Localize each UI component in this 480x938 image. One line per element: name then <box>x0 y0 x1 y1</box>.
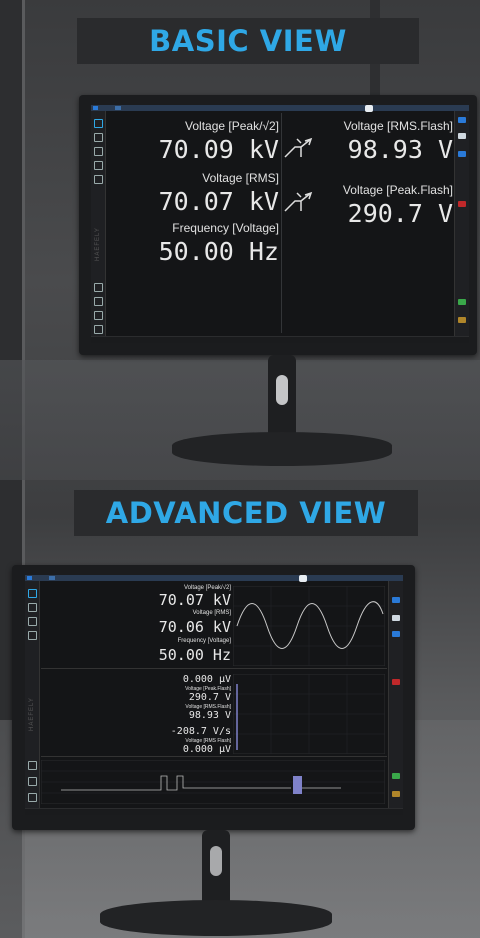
view-button[interactable] <box>458 117 466 123</box>
waveform-chart <box>233 586 385 666</box>
voltage-peak-value: 70.09 kV <box>158 135 279 164</box>
right-toolbar <box>388 581 403 809</box>
haefely-logo-icon <box>365 105 373 112</box>
pen-icon[interactable] <box>94 311 103 320</box>
start-button[interactable] <box>392 773 400 779</box>
marker-icon[interactable] <box>94 297 103 306</box>
stand-cutout <box>276 375 288 405</box>
pulse-chart <box>41 760 385 804</box>
basic-view-banner: BASIC VIEW <box>77 18 419 64</box>
left-toolbar: HAEFELY <box>25 581 40 809</box>
app-titlebar <box>25 575 403 582</box>
flash-value-1: 0.000 μV <box>182 674 231 685</box>
pen-icon[interactable] <box>28 793 37 802</box>
tool-icon[interactable] <box>28 761 37 770</box>
screen-button[interactable] <box>392 615 400 621</box>
pulse-highlight <box>293 776 302 794</box>
report-icon[interactable] <box>94 175 103 184</box>
brand-vertical: HAEFELY <box>95 227 101 261</box>
settings-icon[interactable] <box>28 631 37 640</box>
flash-value-3: 98.93 V <box>188 710 231 721</box>
voltage-rms-label: Voltage [RMS] <box>202 171 279 185</box>
flash-value-2: 290.7 V <box>188 692 231 703</box>
advanced-screen: HAEFELY Voltage [Peak/√2] 70.07 kV Volta… <box>25 575 403 815</box>
view-button[interactable] <box>392 597 400 603</box>
left-toolbar: HAEFELY <box>91 111 106 337</box>
flash-chart <box>233 674 385 754</box>
status-bar <box>25 808 403 815</box>
screen-button[interactable] <box>458 133 466 139</box>
home-icon[interactable] <box>94 325 103 334</box>
flash-trigger-icon <box>284 137 313 158</box>
record-icon[interactable] <box>28 617 37 626</box>
frequency-value: 50.00 Hz <box>158 646 231 664</box>
advanced-view-title: ADVANCED VIEW <box>105 496 387 530</box>
voltage-rms-value: 70.07 kV <box>158 187 279 216</box>
display-icon[interactable] <box>28 603 37 612</box>
voltage-peak-value: 70.07 kV <box>158 591 231 609</box>
haefely-logo-icon <box>299 575 307 582</box>
frequency-value: 50.00 Hz <box>158 237 279 266</box>
settings-icon[interactable] <box>94 161 103 170</box>
voltage-peak-label: Voltage [Peak/√2] <box>185 119 279 133</box>
panel-divider <box>281 113 282 333</box>
layout-button[interactable] <box>392 631 400 637</box>
monitor-base <box>100 900 332 936</box>
menu-tab[interactable] <box>49 576 55 580</box>
advanced-monitor: HAEFELY Voltage [Peak/√2] 70.07 kV Volta… <box>12 565 415 830</box>
voltage-rms-value: 70.06 kV <box>158 618 231 636</box>
start-button[interactable] <box>458 299 466 305</box>
voltage-peak-flash-value: 290.7 V <box>347 199 453 228</box>
measure-icon[interactable] <box>94 119 103 128</box>
app-titlebar <box>91 105 469 112</box>
voltage-rms-flash-value: 98.93 V <box>347 135 453 164</box>
bottom-panel <box>41 758 387 806</box>
app-logo-icon <box>27 576 32 580</box>
menu-tab[interactable] <box>115 106 121 110</box>
measure-icon[interactable] <box>28 589 37 598</box>
right-toolbar <box>454 111 469 337</box>
frequency-label: Frequency [Voltage] <box>177 638 231 644</box>
monitor-base <box>172 432 392 466</box>
basic-monitor: HAEFELY Voltage [Peak/√2] 70.09 kV Volta… <box>79 95 477 355</box>
record-icon[interactable] <box>94 147 103 156</box>
basic-screen: HAEFELY Voltage [Peak/√2] 70.09 kV Volta… <box>91 105 469 343</box>
top-panel: Voltage [Peak/√2] 70.07 kV Voltage [RMS]… <box>41 582 387 669</box>
option-button[interactable] <box>392 791 400 797</box>
status-bar <box>91 336 469 343</box>
voltage-rms-flash-label: Voltage [RMS.Flash] <box>343 119 453 133</box>
voltage-rms-label: Voltage [RMS] <box>192 610 231 616</box>
marker-icon[interactable] <box>28 777 37 786</box>
middle-panel: 0.000 μV Voltage [Peak.Flash] 290.7 V Vo… <box>41 670 387 757</box>
basic-view-title: BASIC VIEW <box>149 24 347 58</box>
flash-value-5: 0.000 μV <box>182 744 231 755</box>
advanced-view-banner: ADVANCED VIEW <box>74 490 418 536</box>
tool-icon[interactable] <box>94 283 103 292</box>
app-logo-icon <box>93 106 98 110</box>
frequency-label: Frequency [Voltage] <box>172 221 279 235</box>
brand-vertical: HAEFELY <box>29 697 35 731</box>
stop-button[interactable] <box>458 201 466 207</box>
flash-value-4: -208.7 V/s <box>170 726 231 737</box>
stop-button[interactable] <box>392 679 400 685</box>
stand-cutout <box>210 846 222 876</box>
voltage-peak-flash-label: Voltage [Peak.Flash] <box>342 183 453 197</box>
flash-trigger-icon-2 <box>284 191 313 212</box>
display-icon[interactable] <box>94 133 103 142</box>
option-button[interactable] <box>458 317 466 323</box>
layout-button[interactable] <box>458 151 466 157</box>
